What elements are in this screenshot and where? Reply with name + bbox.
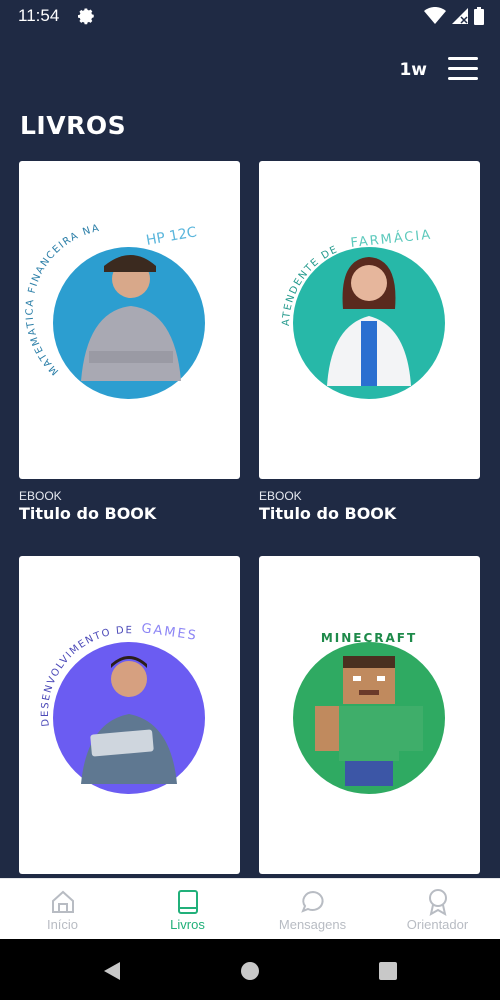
book-cover[interactable]: DESENVOLVIMENTO DE GAMES bbox=[19, 556, 240, 874]
book-type: EBOOK bbox=[259, 489, 302, 503]
brand-logo[interactable]: 1w bbox=[399, 60, 427, 80]
back-icon[interactable] bbox=[102, 961, 122, 981]
status-time: 11:54 bbox=[18, 6, 60, 25]
nav-label: Livros bbox=[170, 917, 205, 932]
nav-label: Orientador bbox=[406, 917, 469, 932]
book-card[interactable]: DESENVOLVIMENTO DE GAMES bbox=[19, 556, 240, 884]
cover-top-text: GAMES bbox=[140, 621, 198, 644]
home-icon bbox=[51, 890, 74, 913]
gear-icon bbox=[78, 8, 94, 25]
book-card[interactable]: MINECRAFT bbox=[259, 556, 480, 884]
nav-item-inicio[interactable]: Início bbox=[0, 879, 125, 940]
book-card[interactable]: ATENDENTE DE FARMÁCIA EBOOK Titulo do BO… bbox=[259, 161, 480, 523]
book-type: EBOOK bbox=[19, 489, 62, 503]
book-title[interactable]: Titulo do BOOK bbox=[19, 504, 240, 523]
bottom-nav: Início Livros Mensagens Orientador bbox=[0, 878, 500, 940]
status-bar: 11:54 bbox=[0, 0, 500, 32]
cover-top-text: HP 12C bbox=[145, 224, 198, 249]
home-circle-icon[interactable] bbox=[240, 961, 260, 981]
signal-icon bbox=[452, 8, 468, 24]
nav-item-orientador[interactable]: Orientador bbox=[375, 879, 500, 940]
system-nav-bar bbox=[0, 939, 500, 1000]
book-cover[interactable]: MATEMATICA FINANCEIRA NA HP 12C bbox=[19, 161, 240, 479]
chat-bubble-icon bbox=[300, 890, 324, 913]
nav-item-livros[interactable]: Livros bbox=[125, 879, 250, 940]
nav-label: Início bbox=[46, 917, 79, 932]
book-cover[interactable]: MINECRAFT bbox=[259, 556, 480, 874]
page-title: LIVROS bbox=[20, 111, 127, 140]
cover-top-text: FARMÁCIA bbox=[350, 227, 433, 251]
award-icon bbox=[428, 889, 447, 916]
book-card[interactable]: MATEMATICA FINANCEIRA NA HP 12C EBOOK Ti… bbox=[19, 161, 240, 523]
battery-icon bbox=[474, 7, 484, 25]
wifi-icon bbox=[424, 7, 446, 24]
recents-icon[interactable] bbox=[378, 961, 398, 981]
app-header: 1w bbox=[0, 40, 500, 100]
cover-top-text: MINECRAFT bbox=[321, 631, 417, 645]
book-cover[interactable]: ATENDENTE DE FARMÁCIA bbox=[259, 161, 480, 479]
nav-label: Mensagens bbox=[278, 917, 347, 932]
book-icon bbox=[177, 890, 198, 914]
nav-item-mensagens[interactable]: Mensagens bbox=[250, 879, 375, 940]
book-title[interactable]: Titulo do BOOK bbox=[259, 504, 480, 523]
hamburger-menu-icon[interactable] bbox=[448, 57, 478, 81]
